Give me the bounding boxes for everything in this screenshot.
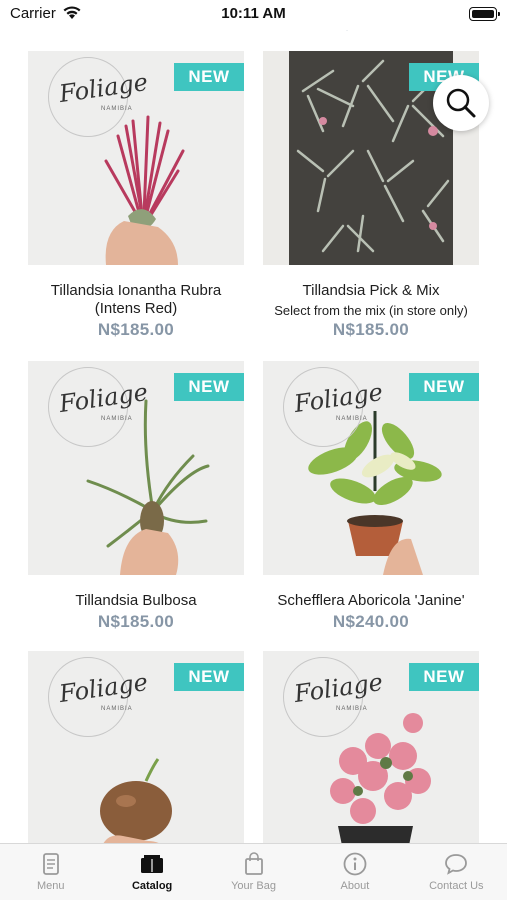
product-price: N$185.00 <box>97 612 175 631</box>
product-name[interactable]: Tillandsia Bulbosa <box>28 592 244 610</box>
status-bar: Carrier 10:11 AM <box>0 0 507 30</box>
search-button[interactable] <box>433 75 489 131</box>
product-card[interactable]: Foliage NAMIBIA NEW Tillandsia Bulbosa N… <box>28 361 244 632</box>
battery-icon <box>469 7 500 21</box>
product-price: N$185.00 <box>332 320 410 339</box>
foliage-logo: Foliage NAMIBIA <box>48 57 150 137</box>
product-name[interactable]: Schefflera Aboricola 'Janine' <box>263 592 479 610</box>
new-badge: NEW <box>174 663 244 691</box>
bag-icon <box>244 852 263 875</box>
clock: 10:11 AM <box>221 5 286 22</box>
product-image[interactable]: Foliage NAMIBIA NEW <box>28 51 244 265</box>
chat-icon <box>445 854 468 875</box>
product-price: N$185.00 <box>97 320 175 339</box>
new-badge: NEW <box>174 63 244 91</box>
product-card[interactable]: Foliage NAMIBIA NEW Schefflera Aboricola… <box>263 361 479 632</box>
product-card[interactable]: Foliage NAMIBIA NEW <box>28 651 244 843</box>
product-name[interactable]: Tillandsia Ionantha Rubra (Intens Red) <box>28 282 244 318</box>
product-card[interactable]: Foliage NAMIBIA NEW <box>263 651 479 843</box>
menu-icon <box>42 853 59 875</box>
foliage-logo: Foliage NAMIBIA <box>283 367 385 447</box>
tab-catalog[interactable]: Catalog <box>101 844 202 900</box>
product-price: N$240.00 <box>332 612 410 631</box>
product-image[interactable]: Foliage NAMIBIA NEW <box>263 651 479 843</box>
catalog-icon <box>141 855 164 873</box>
new-badge: NEW <box>174 373 244 401</box>
tab-about[interactable]: About <box>304 844 405 900</box>
foliage-logo: Foliage NAMIBIA <box>48 657 150 737</box>
product-subtitle: Select from the mix (in store only) <box>274 303 468 318</box>
tab-bar: Menu Catalog Your Bag About Contact Us <box>0 843 507 900</box>
tab-menu[interactable]: Menu <box>0 844 101 900</box>
product-name[interactable]: Tillandsia Pick & Mix <box>263 282 479 300</box>
new-badge: NEW <box>409 663 479 691</box>
new-badge: NEW <box>409 373 479 401</box>
foliage-logo: Foliage NAMIBIA <box>283 657 385 737</box>
search-icon <box>446 88 476 118</box>
product-image[interactable]: Foliage NAMIBIA NEW <box>263 361 479 575</box>
product-image[interactable]: Foliage NAMIBIA NEW <box>28 651 244 843</box>
tab-your-bag[interactable]: Your Bag <box>203 844 304 900</box>
product-image[interactable]: Foliage NAMIBIA NEW <box>28 361 244 575</box>
info-icon <box>343 852 367 876</box>
tab-contact-us[interactable]: Contact Us <box>406 844 507 900</box>
product-grid: Foliage NAMIBIA NEW Tillandsia Ionantha … <box>0 0 507 843</box>
foliage-logo: Foliage NAMIBIA <box>48 367 150 447</box>
product-card[interactable]: Foliage NAMIBIA NEW Tillandsia Ionantha … <box>28 51 244 340</box>
